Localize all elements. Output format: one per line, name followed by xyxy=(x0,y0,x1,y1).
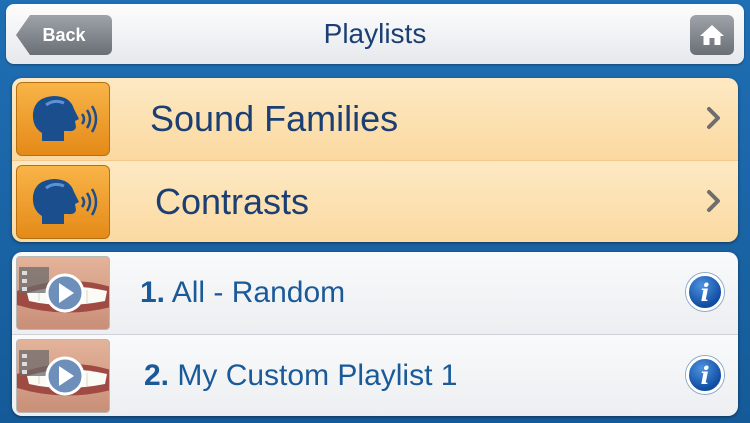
playlist-label: 2. My Custom Playlist 1 xyxy=(144,359,457,393)
video-play-icon xyxy=(16,256,110,330)
info-button[interactable]: i xyxy=(686,356,724,394)
back-button[interactable]: Back xyxy=(16,15,112,55)
navigation-bar: Playlists Back xyxy=(6,4,744,64)
video-play-icon xyxy=(16,339,110,413)
category-row-contrasts[interactable]: Contrasts xyxy=(12,160,738,242)
home-icon xyxy=(700,25,724,45)
speaking-head-icon xyxy=(16,165,110,239)
playlist-name: All - Random xyxy=(171,276,346,309)
category-label: Contrasts xyxy=(155,181,310,222)
category-list: Sound Families Contrasts xyxy=(12,78,738,242)
chevron-right-icon xyxy=(707,190,720,212)
playlist-list: 1. All - Random i 2. My Custom Playlist … xyxy=(12,252,738,416)
category-row-sound-families[interactable]: Sound Families xyxy=(12,78,738,160)
page-title: Playlists xyxy=(323,18,427,49)
playlist-row[interactable]: 2. My Custom Playlist 1 i xyxy=(12,334,738,416)
speaking-head-icon xyxy=(16,82,110,156)
category-label: Sound Families xyxy=(150,98,399,139)
playlist-name: My Custom Playlist 1 xyxy=(177,359,458,392)
info-button[interactable]: i xyxy=(686,273,724,311)
home-button[interactable] xyxy=(690,15,734,55)
playlist-number: 1. xyxy=(140,276,166,309)
playlist-label: 1. All - Random xyxy=(140,276,345,310)
chevron-right-icon xyxy=(707,107,720,129)
playlist-row[interactable]: 1. All - Random i xyxy=(12,252,738,334)
playlist-number: 2. xyxy=(144,359,170,392)
